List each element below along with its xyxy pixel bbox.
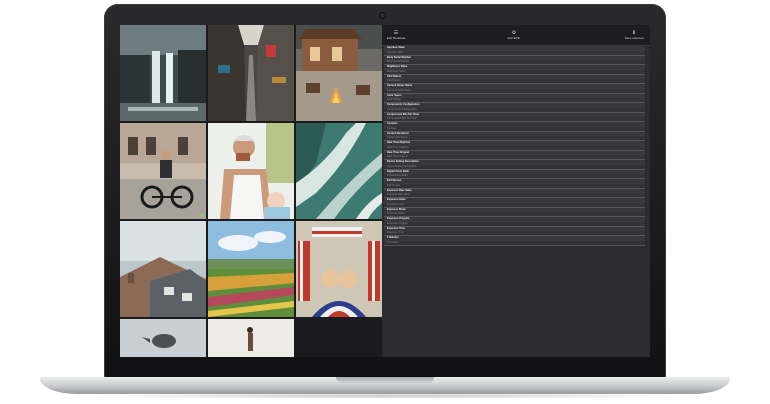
photo-person-beach[interactable] [208, 319, 294, 357]
edit-metadata-label: Edit Metadata [386, 36, 406, 40]
photo-waterfall[interactable] [120, 25, 206, 121]
laptop-shadow [70, 393, 700, 399]
edit-exif-button[interactable]: ⚙ Edit EXIF [502, 27, 526, 43]
photo-flower-fields[interactable] [208, 221, 294, 317]
edit-exif-label: Edit EXIF [507, 36, 521, 40]
photo-flags-parade[interactable] [296, 221, 382, 317]
save-selected-label: Save selected [624, 36, 644, 40]
photo-bird[interactable] [120, 319, 206, 357]
photo-man-on-bicycle[interactable] [120, 123, 206, 219]
edit-metadata-button[interactable]: ☰ Edit Metadata [384, 27, 408, 43]
save-selected-button[interactable]: ⬇ Save selected [620, 27, 648, 43]
photo-father-and-baby[interactable] [208, 123, 294, 219]
photo-city-street[interactable] [208, 25, 294, 121]
webcam-dot [380, 13, 385, 18]
photo-ocean-waves[interactable] [296, 123, 382, 219]
photo-campfire-cabin[interactable] [296, 25, 382, 121]
app-screen: ☰ Edit Metadata ⚙ Edit EXIF ⬇ Save selec… [120, 25, 650, 357]
photo-rooftops[interactable] [120, 221, 206, 317]
photo-grid [120, 25, 382, 357]
metadata-list[interactable]: Aperture Value Aperture Value Body Serial … [384, 46, 645, 357]
metadata-panel: ☰ Edit Metadata ⚙ Edit EXIF ⬇ Save selec… [382, 25, 650, 357]
toolbar: ☰ Edit Metadata ⚙ Edit EXIF ⬇ Save selec… [382, 25, 650, 46]
metadata-field-value[interactable]: F Number [384, 240, 645, 246]
check-icon [201, 214, 204, 217]
laptop-notch [336, 377, 434, 383]
